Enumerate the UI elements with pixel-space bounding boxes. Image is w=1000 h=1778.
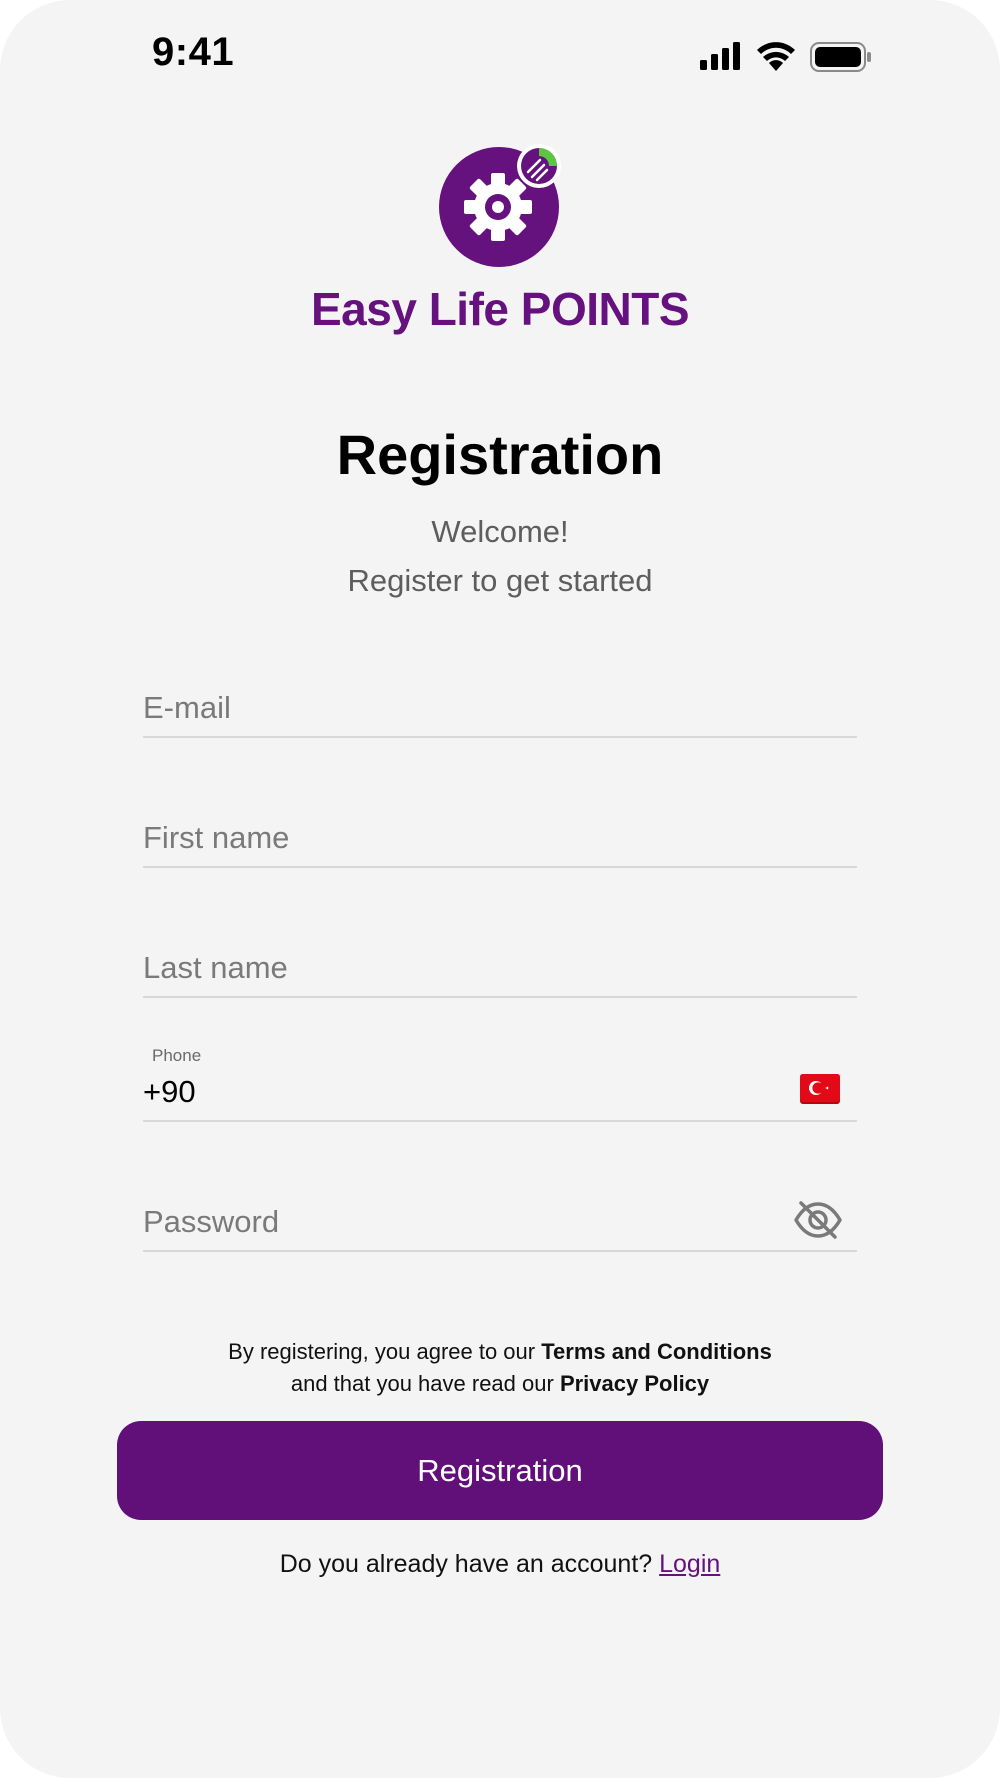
email-field	[143, 660, 857, 738]
first-name-input[interactable]	[143, 820, 743, 856]
phone-label: Phone	[152, 1046, 202, 1065]
last-name-field	[143, 920, 857, 998]
email-input[interactable]	[143, 690, 743, 726]
login-question: Do you already have an account?	[279, 1550, 660, 1578]
page-title: Registration	[336, 423, 664, 486]
terms-link[interactable]: Terms and Conditions	[541, 1339, 772, 1364]
gear-logo-icon	[439, 144, 561, 267]
brand-name: Easy Life POINTS	[310, 283, 690, 335]
battery-icon	[810, 42, 871, 72]
eye-off-icon[interactable]	[793, 1200, 843, 1240]
last-name-input[interactable]	[143, 950, 743, 986]
terms-prefix: By registering, you agree to our	[228, 1339, 542, 1364]
wifi-icon	[757, 42, 795, 71]
terms-middle: and that you have read our	[290, 1371, 560, 1396]
login-link[interactable]: Login	[659, 1550, 720, 1578]
password-field	[143, 1175, 857, 1252]
welcome-text: Welcome!	[431, 514, 569, 549]
status-time: 9:41	[152, 30, 235, 74]
phone-field: Phone	[143, 1040, 857, 1122]
subtitle-text: Register to get started	[347, 563, 653, 598]
signal-icon	[700, 42, 740, 70]
privacy-link[interactable]: Privacy Policy	[560, 1371, 709, 1396]
login-prompt: Do you already have an account? Login	[0, 1550, 1000, 1579]
phone-input[interactable]	[143, 1074, 743, 1110]
password-input[interactable]	[143, 1204, 743, 1240]
terms-text: By registering, you agree to our Terms a…	[0, 1336, 1000, 1400]
turkey-flag-icon[interactable]	[800, 1074, 840, 1102]
first-name-field	[143, 790, 857, 868]
register-button[interactable]: Registration	[117, 1421, 883, 1520]
registration-screen: 9:41 Easy Life POINTS Registration Welco…	[0, 0, 1000, 1778]
